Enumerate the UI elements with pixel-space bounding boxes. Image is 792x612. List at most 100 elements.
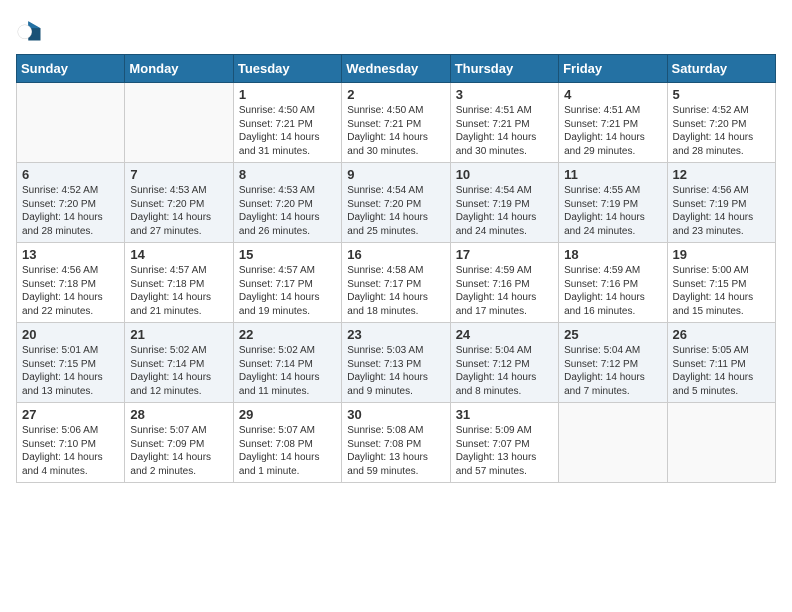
day-info: Sunrise: 5:02 AM Sunset: 7:14 PM Dayligh… [130, 344, 227, 398]
day-number: 24 [456, 327, 553, 342]
calendar-cell: 30 Sunrise: 5:08 AM Sunset: 7:08 PM Dayli… [342, 403, 450, 483]
calendar-cell: 9 Sunrise: 4:54 AM Sunset: 7:20 PM Daylig… [342, 163, 450, 243]
calendar-cell: 16Sunrise: 4:58 AM Sunset: 7:17 PM Dayli… [342, 243, 450, 323]
calendar-cell: 31 Sunrise: 5:09 AM Sunset: 7:07 PM Dayli… [450, 403, 558, 483]
page-header [16, 16, 776, 44]
day-info: Sunrise: 5:09 AM Sunset: 7:07 PM Dayligh… [456, 424, 553, 478]
calendar-cell: 18 Sunrise: 4:59 AM Sunset: 7:16 PM Dayli… [559, 243, 667, 323]
day-info: Sunrise: 5:04 AM Sunset: 7:12 PM Dayligh… [456, 344, 553, 398]
day-number: 25 [564, 327, 661, 342]
day-info: Sunrise: 4:55 AM Sunset: 7:19 PM Dayligh… [564, 184, 661, 238]
calendar-cell: 29 Sunrise: 5:07 AM Sunset: 7:08 PM Dayli… [233, 403, 341, 483]
calendar-cell: 11 Sunrise: 4:55 AM Sunset: 7:19 PM Dayli… [559, 163, 667, 243]
day-number: 20 [22, 327, 119, 342]
day-number: 15 [239, 247, 336, 262]
day-number: 18 [564, 247, 661, 262]
day-info: Sunrise: 4:56 AM Sunset: 7:18 PM Dayligh… [22, 264, 119, 318]
day-number: 26 [673, 327, 770, 342]
day-info: Sunrise: 5:01 AM Sunset: 7:15 PM Dayligh… [22, 344, 119, 398]
day-info: Sunrise: 4:53 AM Sunset: 7:20 PM Dayligh… [239, 184, 336, 238]
calendar-table: SundayMondayTuesdayWednesdayThursdayFrid… [16, 54, 776, 483]
calendar-cell: 27Sunrise: 5:06 AM Sunset: 7:10 PM Dayli… [17, 403, 125, 483]
day-number: 13 [22, 247, 119, 262]
calendar-cell: 7Sunrise: 4:53 AM Sunset: 7:20 PM Daylig… [125, 163, 233, 243]
day-info: Sunrise: 5:00 AM Sunset: 7:15 PM Dayligh… [673, 264, 770, 318]
header-tuesday: Tuesday [233, 55, 341, 83]
day-number: 9 [347, 167, 444, 182]
calendar-cell: 23 Sunrise: 5:03 AM Sunset: 7:13 PM Dayli… [342, 323, 450, 403]
header-wednesday: Wednesday [342, 55, 450, 83]
calendar-cell: 2 Sunrise: 4:50 AM Sunset: 7:21 PM Daylig… [342, 83, 450, 163]
calendar-week-5: 27Sunrise: 5:06 AM Sunset: 7:10 PM Dayli… [17, 403, 776, 483]
header-thursday: Thursday [450, 55, 558, 83]
header-monday: Monday [125, 55, 233, 83]
logo [16, 16, 48, 44]
day-number: 22 [239, 327, 336, 342]
day-number: 5 [673, 87, 770, 102]
day-info: Sunrise: 4:51 AM Sunset: 7:21 PM Dayligh… [564, 104, 661, 158]
calendar-week-1: 1 Sunrise: 4:50 AM Sunset: 7:21 PM Daylig… [17, 83, 776, 163]
calendar-cell: 19Sunrise: 5:00 AM Sunset: 7:15 PM Dayli… [667, 243, 775, 323]
calendar-cell: 15Sunrise: 4:57 AM Sunset: 7:17 PM Dayli… [233, 243, 341, 323]
calendar-cell [559, 403, 667, 483]
calendar-cell: 10Sunrise: 4:54 AM Sunset: 7:19 PM Dayli… [450, 163, 558, 243]
day-info: Sunrise: 4:54 AM Sunset: 7:20 PM Dayligh… [347, 184, 444, 238]
calendar-cell [17, 83, 125, 163]
day-number: 30 [347, 407, 444, 422]
calendar-cell: 8 Sunrise: 4:53 AM Sunset: 7:20 PM Daylig… [233, 163, 341, 243]
day-number: 28 [130, 407, 227, 422]
logo-icon [16, 16, 44, 44]
calendar-cell: 22Sunrise: 5:02 AM Sunset: 7:14 PM Dayli… [233, 323, 341, 403]
calendar-week-2: 6 Sunrise: 4:52 AM Sunset: 7:20 PM Daylig… [17, 163, 776, 243]
day-number: 7 [130, 167, 227, 182]
day-number: 12 [673, 167, 770, 182]
day-info: Sunrise: 4:51 AM Sunset: 7:21 PM Dayligh… [456, 104, 553, 158]
day-number: 6 [22, 167, 119, 182]
calendar-cell: 25Sunrise: 5:04 AM Sunset: 7:12 PM Dayli… [559, 323, 667, 403]
calendar-cell: 21 Sunrise: 5:02 AM Sunset: 7:14 PM Dayli… [125, 323, 233, 403]
day-number: 17 [456, 247, 553, 262]
day-number: 16 [347, 247, 444, 262]
day-info: Sunrise: 5:06 AM Sunset: 7:10 PM Dayligh… [22, 424, 119, 478]
day-number: 2 [347, 87, 444, 102]
calendar-cell: 14Sunrise: 4:57 AM Sunset: 7:18 PM Dayli… [125, 243, 233, 323]
day-info: Sunrise: 4:50 AM Sunset: 7:21 PM Dayligh… [347, 104, 444, 158]
header-sunday: Sunday [17, 55, 125, 83]
calendar-cell: 4Sunrise: 4:51 AM Sunset: 7:21 PM Daylig… [559, 83, 667, 163]
calendar-cell: 12 Sunrise: 4:56 AM Sunset: 7:19 PM Dayli… [667, 163, 775, 243]
calendar-week-3: 13 Sunrise: 4:56 AM Sunset: 7:18 PM Dayli… [17, 243, 776, 323]
day-number: 23 [347, 327, 444, 342]
day-info: Sunrise: 5:05 AM Sunset: 7:11 PM Dayligh… [673, 344, 770, 398]
calendar-week-4: 20 Sunrise: 5:01 AM Sunset: 7:15 PM Dayli… [17, 323, 776, 403]
day-number: 10 [456, 167, 553, 182]
day-number: 31 [456, 407, 553, 422]
day-info: Sunrise: 4:59 AM Sunset: 7:16 PM Dayligh… [456, 264, 553, 318]
day-info: Sunrise: 5:07 AM Sunset: 7:08 PM Dayligh… [239, 424, 336, 478]
header-saturday: Saturday [667, 55, 775, 83]
day-info: Sunrise: 5:07 AM Sunset: 7:09 PM Dayligh… [130, 424, 227, 478]
day-info: Sunrise: 4:50 AM Sunset: 7:21 PM Dayligh… [239, 104, 336, 158]
calendar-cell: 1 Sunrise: 4:50 AM Sunset: 7:21 PM Daylig… [233, 83, 341, 163]
calendar-cell: 6 Sunrise: 4:52 AM Sunset: 7:20 PM Daylig… [17, 163, 125, 243]
calendar-cell: 28 Sunrise: 5:07 AM Sunset: 7:09 PM Dayli… [125, 403, 233, 483]
day-info: Sunrise: 4:57 AM Sunset: 7:18 PM Dayligh… [130, 264, 227, 318]
calendar-cell: 13 Sunrise: 4:56 AM Sunset: 7:18 PM Dayli… [17, 243, 125, 323]
day-info: Sunrise: 5:03 AM Sunset: 7:13 PM Dayligh… [347, 344, 444, 398]
calendar-cell: 24 Sunrise: 5:04 AM Sunset: 7:12 PM Dayli… [450, 323, 558, 403]
day-number: 3 [456, 87, 553, 102]
calendar-header-row: SundayMondayTuesdayWednesdayThursdayFrid… [17, 55, 776, 83]
day-number: 11 [564, 167, 661, 182]
day-info: Sunrise: 4:52 AM Sunset: 7:20 PM Dayligh… [22, 184, 119, 238]
calendar-cell: 5Sunrise: 4:52 AM Sunset: 7:20 PM Daylig… [667, 83, 775, 163]
day-number: 1 [239, 87, 336, 102]
day-info: Sunrise: 5:08 AM Sunset: 7:08 PM Dayligh… [347, 424, 444, 478]
day-number: 29 [239, 407, 336, 422]
calendar-cell: 17 Sunrise: 4:59 AM Sunset: 7:16 PM Dayli… [450, 243, 558, 323]
header-friday: Friday [559, 55, 667, 83]
calendar-cell [667, 403, 775, 483]
day-info: Sunrise: 4:59 AM Sunset: 7:16 PM Dayligh… [564, 264, 661, 318]
day-number: 8 [239, 167, 336, 182]
day-info: Sunrise: 4:56 AM Sunset: 7:19 PM Dayligh… [673, 184, 770, 238]
calendar-cell: 20 Sunrise: 5:01 AM Sunset: 7:15 PM Dayli… [17, 323, 125, 403]
day-number: 21 [130, 327, 227, 342]
